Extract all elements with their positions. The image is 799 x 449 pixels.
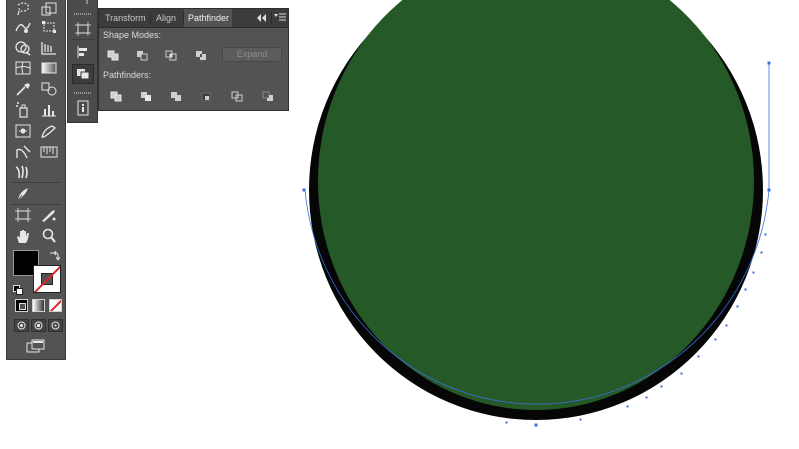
pathfinder-panel: Transform Align Pathfinder Shape Modes: … [98, 8, 289, 111]
dock-grip[interactable] [74, 92, 91, 94]
circle-stroke[interactable] [309, 0, 763, 420]
dock-grip[interactable] [74, 13, 91, 15]
mesh-tool-icon[interactable] [12, 58, 34, 78]
merge-icon[interactable] [167, 88, 185, 104]
panel-menu-icon[interactable] [274, 12, 286, 23]
draw-behind-icon[interactable] [31, 319, 46, 332]
tab-divider [271, 12, 272, 24]
crop-icon[interactable] [197, 88, 215, 104]
column-graph-tool-icon[interactable] [38, 100, 60, 120]
gradient-tool-icon[interactable] [38, 58, 60, 78]
puppet-tool-icon[interactable] [12, 162, 34, 182]
perspective-grid-tool-icon[interactable] [38, 38, 60, 58]
info-icon[interactable] [72, 98, 94, 118]
artboard-tool-icon[interactable] [12, 121, 34, 141]
double-chevron-left-icon[interactable] [254, 12, 268, 23]
artboards-icon[interactable] [72, 19, 94, 39]
hand-tool-icon[interactable] [12, 226, 34, 246]
anchor-points[interactable] [302, 61, 771, 427]
color-mode-button[interactable] [15, 299, 28, 312]
shape-builder-tool-icon[interactable] [12, 38, 34, 58]
pathfinders-label: Pathfinders: [103, 70, 152, 80]
none-slash-icon [34, 266, 60, 292]
transform-icon[interactable] [72, 0, 94, 10]
tab-transform[interactable]: Transform [101, 9, 149, 27]
default-colors-icon[interactable] [13, 282, 23, 300]
knife-tool-icon[interactable] [38, 205, 60, 225]
minus-front-icon[interactable] [133, 47, 151, 63]
tab-pathfinder[interactable]: Pathfinder [184, 9, 232, 27]
scissors-tool-icon[interactable] [38, 142, 60, 162]
gradient-mode-button[interactable] [32, 299, 45, 312]
minus-back-icon[interactable] [259, 88, 277, 104]
blend-tool-icon[interactable] [38, 79, 60, 99]
align-icon[interactable] [72, 42, 94, 62]
tools-panel [6, 0, 66, 360]
trim-icon[interactable] [137, 88, 155, 104]
unite-icon[interactable] [104, 47, 122, 63]
symbol-sprayer-tool-icon[interactable] [12, 100, 34, 120]
pathfinder-icon[interactable] [72, 64, 94, 84]
panel-tab-bar: Transform Align Pathfinder [99, 9, 288, 28]
divide-icon[interactable] [107, 88, 125, 104]
tab-divider [150, 12, 151, 24]
none-mode-button[interactable] [49, 299, 62, 312]
swap-fill-stroke-icon[interactable] [48, 248, 61, 266]
stroke-swatch[interactable] [33, 265, 61, 293]
screen-mode-icon[interactable] [26, 339, 46, 358]
free-transform-tool-icon[interactable] [38, 17, 60, 37]
green-circle[interactable] [318, 0, 754, 410]
draw-inside-icon[interactable] [48, 319, 63, 332]
tab-align[interactable]: Align [152, 9, 182, 27]
exclude-icon[interactable] [192, 47, 210, 63]
dock-separator [71, 39, 95, 40]
zoom-tool-icon[interactable] [38, 226, 60, 246]
pen-tool-icon[interactable] [12, 184, 34, 204]
selection-path [304, 189, 770, 405]
artboard-move-tool-icon[interactable] [12, 205, 34, 225]
slice-tool-icon[interactable] [38, 121, 60, 141]
intersect-icon[interactable] [162, 47, 180, 63]
outline-icon[interactable] [228, 88, 246, 104]
expand-button[interactable]: Expand [222, 47, 282, 62]
tools-separator [11, 182, 61, 183]
eyedropper-tool-icon[interactable] [12, 79, 34, 99]
warp-tool-icon[interactable] [12, 17, 34, 37]
draw-normal-icon[interactable] [14, 319, 29, 332]
panel-dock [67, 0, 98, 123]
eraser-tool-icon[interactable] [12, 142, 34, 162]
shape-modes-label: Shape Modes: [103, 30, 162, 40]
